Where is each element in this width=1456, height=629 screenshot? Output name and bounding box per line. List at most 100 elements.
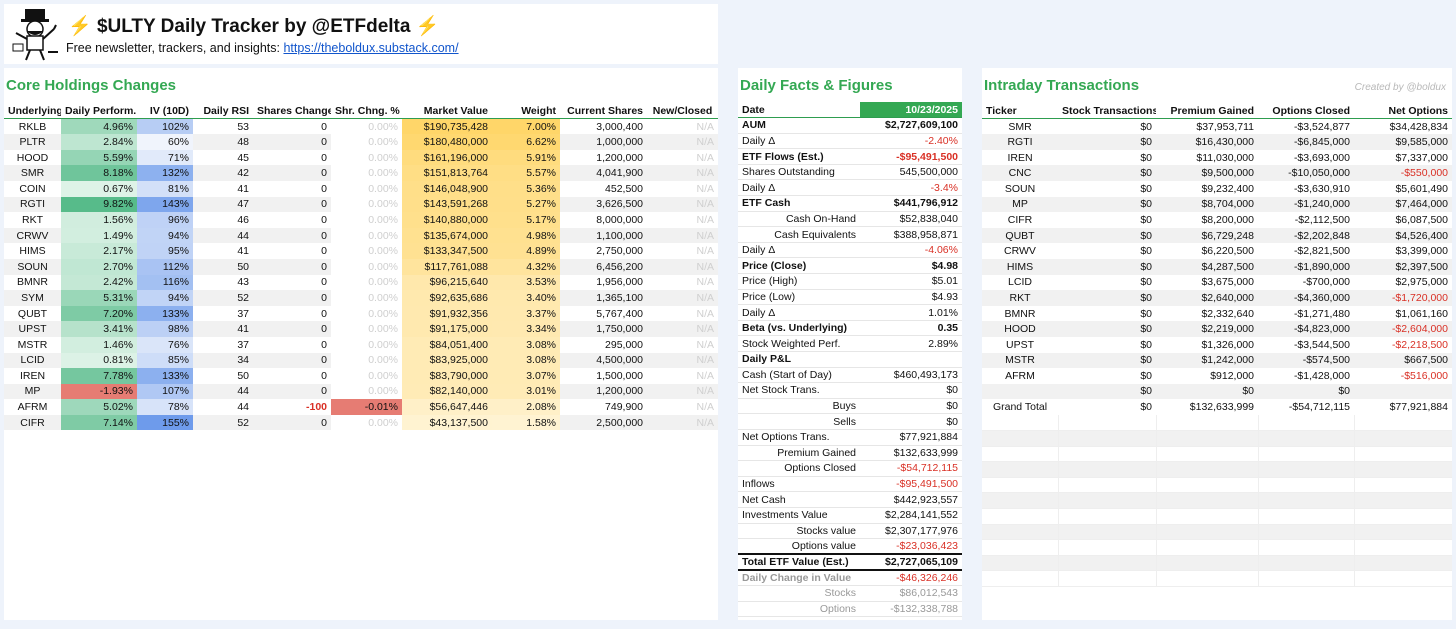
cell: 0: [321, 120, 327, 133]
empty-cell: [1156, 430, 1259, 447]
cell: $43,137,500: [402, 414, 492, 431]
cell: [1354, 383, 1452, 400]
cell: 41: [237, 182, 249, 195]
cell: MP: [982, 196, 1058, 213]
facts-label: Inflows: [738, 476, 860, 493]
column-header: Net Options: [1354, 103, 1452, 120]
cell: AFRM: [1005, 369, 1035, 382]
facts-row: Total ETF Value (Est.) $2,727,065,109: [738, 553, 962, 571]
cell: $0: [1140, 369, 1152, 382]
empty-row: [982, 414, 1452, 431]
empty-cell: [1258, 446, 1355, 463]
cell: 2.17%: [61, 243, 137, 259]
cell: $3,675,000: [1201, 276, 1254, 289]
cell: 295,000: [605, 338, 643, 351]
cell: RKT: [982, 290, 1058, 306]
empty-cell: [982, 524, 1059, 541]
cell: 0: [321, 276, 327, 289]
cell: MP: [4, 383, 61, 400]
cell: RKT: [22, 213, 43, 226]
cell: 2.42%: [61, 274, 137, 291]
cell: -$1,240,000: [1258, 196, 1354, 213]
cell: BMNR: [17, 276, 48, 289]
cell: -$10,050,000: [1258, 165, 1354, 181]
empty-cell: [1156, 539, 1259, 556]
empty-cell: [1156, 461, 1259, 478]
facts-value: 0.35: [860, 319, 962, 337]
cell: 0.67%: [61, 180, 137, 197]
facts-value: $0: [860, 398, 962, 415]
intraday-panel: Intraday Transactions Created by @boldux…: [982, 68, 1452, 620]
facts-value: $4.98: [860, 257, 962, 275]
created-by-credit: Created by @boldux: [1354, 82, 1446, 93]
table-row: CIFR 7.14% 155% 52 0 0.00% $43,137,500 1.58% 2,5…: [4, 414, 718, 431]
newsletter-link[interactable]: https://theboldux.substack.com/: [283, 41, 458, 55]
table-row: CRWV 1.49% 94% 44 0 0.00% $135,674,000 4.98% 1,1…: [4, 227, 718, 244]
empty-cell: [982, 555, 1059, 572]
cell: 133%: [137, 368, 193, 384]
cell: $9,585,000: [1354, 134, 1452, 150]
cell: $0: [1058, 321, 1156, 337]
cell: 0.00%: [368, 276, 398, 289]
cell: 4.32%: [492, 258, 560, 275]
facts-label: Shares Outstanding: [738, 164, 860, 181]
empty-cell: [982, 477, 1059, 494]
cell: $6,220,500: [1201, 245, 1254, 258]
cell: 5.91%: [492, 149, 560, 166]
facts-value: $2,284,141,552: [860, 507, 962, 524]
cell: 50: [237, 369, 249, 382]
facts-row: Daily Δ -2.40%: [738, 133, 962, 150]
cell: HIMS: [982, 258, 1058, 275]
facts-value: -$95,491,500: [860, 476, 962, 493]
cell: $9,500,000: [1156, 165, 1258, 181]
cell: 48: [193, 134, 253, 150]
empty-cell: [1354, 539, 1452, 556]
cell: $82,140,000: [402, 383, 492, 400]
cell: 0: [321, 307, 327, 320]
facts-value: $441,796,912: [860, 195, 962, 212]
cell: 3,000,400: [596, 120, 643, 133]
cell: 0.00%: [368, 245, 398, 258]
facts-value: $86,012,543: [860, 585, 962, 602]
facts-value: $5.01: [860, 273, 962, 290]
facts-row: Net Cash $442,923,557: [738, 491, 962, 508]
cell: 0: [253, 196, 331, 213]
cell: 0: [253, 383, 331, 400]
cell: $0: [1140, 120, 1152, 133]
facts-row: Daily Δ -3.4%: [738, 179, 962, 197]
cell: N/A: [696, 338, 714, 351]
facts-row: Stocks value $2,307,177,976: [738, 523, 962, 540]
table-row: LCID 0.81% 85% 34 0 0.00% $83,925,000 3.08% 4,50…: [4, 352, 718, 369]
empty-row: [982, 539, 1452, 556]
cell: 4.96%: [61, 118, 137, 135]
column-header: Daily RSI: [193, 103, 253, 120]
facts-label: Cash Equivalents: [738, 226, 860, 243]
cell: 0.00%: [368, 167, 398, 180]
facts-row: Inflows -$95,491,500: [738, 476, 962, 493]
cell: 1,750,000: [560, 321, 647, 337]
facts-label: Net Stock Trans.: [738, 382, 860, 399]
cell: 2.84%: [61, 134, 137, 150]
cell: HOOD: [982, 321, 1058, 337]
cell: $2,640,000: [1156, 290, 1258, 306]
cell: SMR: [4, 165, 61, 181]
facts-value: 1.01%: [860, 304, 962, 321]
cell: $37,953,711: [1196, 120, 1254, 133]
cell: $0: [1140, 182, 1152, 195]
cell: $0: [1140, 245, 1152, 258]
empty-cell: [1156, 508, 1259, 525]
table-row: HOOD 5.59% 71% 45 0 0.00% $161,196,000 5.91% 1,2…: [4, 149, 718, 166]
empty-cell: [1258, 492, 1355, 509]
facts-row: ETF Cash $441,796,912: [738, 195, 962, 212]
cell: -$550,000: [1354, 165, 1452, 181]
cell: -$2,202,848: [1258, 227, 1354, 244]
cell: HIMS: [19, 245, 46, 258]
cell: UPST: [1005, 338, 1034, 351]
empty-cell: [982, 508, 1059, 525]
cell: $0: [1140, 338, 1152, 351]
cell: 1,200,000: [560, 383, 647, 400]
cell: $56,647,446: [402, 399, 492, 415]
cell: $2,975,000: [1395, 276, 1448, 289]
column-header: New/Closed: [647, 103, 718, 120]
cell: -$6,845,000: [1258, 134, 1354, 150]
